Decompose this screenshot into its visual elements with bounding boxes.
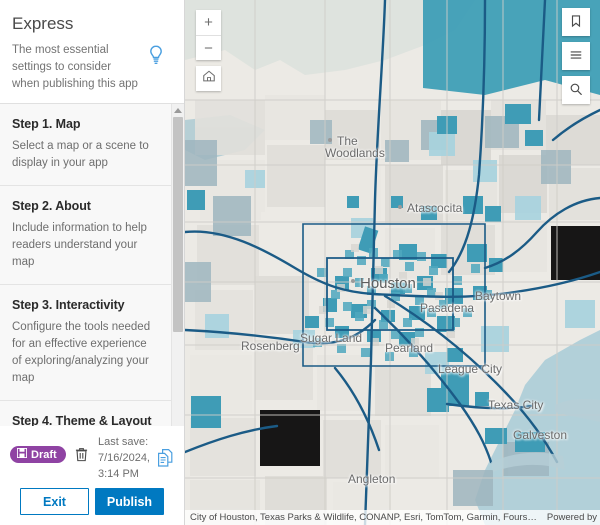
- step-description: Configure the tools needed for an effect…: [12, 321, 151, 384]
- status-badge-draft[interactable]: Draft: [10, 446, 66, 463]
- step-description: Include information to help readers unde…: [12, 222, 147, 268]
- step-item-about[interactable]: Step 2. About Include information to hel…: [0, 186, 171, 285]
- sidebar-footer: Draft Last save: 7/16/2024, 3:14 PM Exit…: [0, 426, 184, 525]
- map-tools: [562, 8, 590, 104]
- save-disk-icon: [16, 447, 28, 461]
- scrollbar-thumb[interactable]: [173, 117, 183, 332]
- step-item-map[interactable]: Step 1. Map Select a map or a scene to d…: [0, 104, 171, 186]
- map-attribution: City of Houston, Texas Parks & Wildlife,…: [185, 510, 600, 525]
- sidebar-scrollbar[interactable]: [171, 104, 184, 426]
- publish-button[interactable]: Publish: [95, 488, 164, 515]
- sidebar-subtitle: The most essential settings to consider …: [12, 44, 138, 90]
- step-title: Step 3. Interactivity: [12, 298, 125, 312]
- delete-button[interactable]: [74, 447, 89, 464]
- step-item-theme-layout[interactable]: Step 4. Theme & Layout Customize the loo…: [0, 401, 171, 426]
- zoom-out-button[interactable]: −: [196, 35, 221, 60]
- legend-button[interactable]: [562, 42, 590, 70]
- last-save-info: Last save: 7/16/2024, 3:14 PM: [98, 434, 150, 482]
- attribution-text: City of Houston, Texas Parks & Wildlife,…: [190, 512, 537, 523]
- search-button[interactable]: [562, 76, 590, 104]
- exit-button[interactable]: Exit: [20, 488, 89, 515]
- bookmark-button[interactable]: [562, 8, 590, 36]
- draft-label: Draft: [31, 448, 57, 461]
- zoom-in-button[interactable]: +: [196, 10, 221, 35]
- save-status-row: Draft Last save: 7/16/2024, 3:14 PM: [10, 434, 174, 482]
- bookmark-icon: [569, 14, 583, 31]
- last-save-label: Last save:: [98, 436, 149, 448]
- steps-panel: Step 1. Map Select a map or a scene to d…: [0, 103, 184, 426]
- footer-actions: Exit Publish: [10, 482, 174, 525]
- step-title: Step 4. Theme & Layout: [12, 414, 152, 426]
- duplicate-icon: [156, 449, 174, 471]
- page-title: Express: [12, 14, 74, 33]
- map-canvas: [185, 0, 600, 525]
- trash-icon: [75, 447, 88, 465]
- legend-icon: [569, 48, 583, 65]
- map-view[interactable]: The Woodlands Atascocita Houston Pasaden…: [185, 0, 600, 525]
- powered-by-esri: Powered by Esri: [546, 512, 600, 523]
- search-icon: [569, 82, 583, 99]
- steps-list: Step 1. Map Select a map or a scene to d…: [0, 104, 171, 426]
- lightbulb-icon: [146, 44, 166, 66]
- scroll-up-arrow-icon[interactable]: [172, 104, 184, 116]
- home-button[interactable]: [196, 66, 221, 91]
- duplicate-button[interactable]: [156, 448, 174, 468]
- express-sidebar: Express The most essential settings to c…: [0, 0, 185, 525]
- step-item-interactivity[interactable]: Step 3. Interactivity Configure the tool…: [0, 285, 171, 401]
- last-save-time: 3:14 PM: [98, 468, 139, 480]
- sidebar-header: Express The most essential settings to c…: [0, 0, 184, 103]
- step-title: Step 1. Map: [12, 117, 81, 131]
- zoom-controls[interactable]: + −: [196, 10, 221, 60]
- last-save-date: 7/16/2024,: [98, 452, 150, 464]
- express-app-builder: Express The most essential settings to c…: [0, 0, 600, 525]
- step-title: Step 2. About: [12, 199, 91, 213]
- step-description: Select a map or a scene to display in yo…: [12, 140, 149, 169]
- home-icon: [202, 69, 216, 88]
